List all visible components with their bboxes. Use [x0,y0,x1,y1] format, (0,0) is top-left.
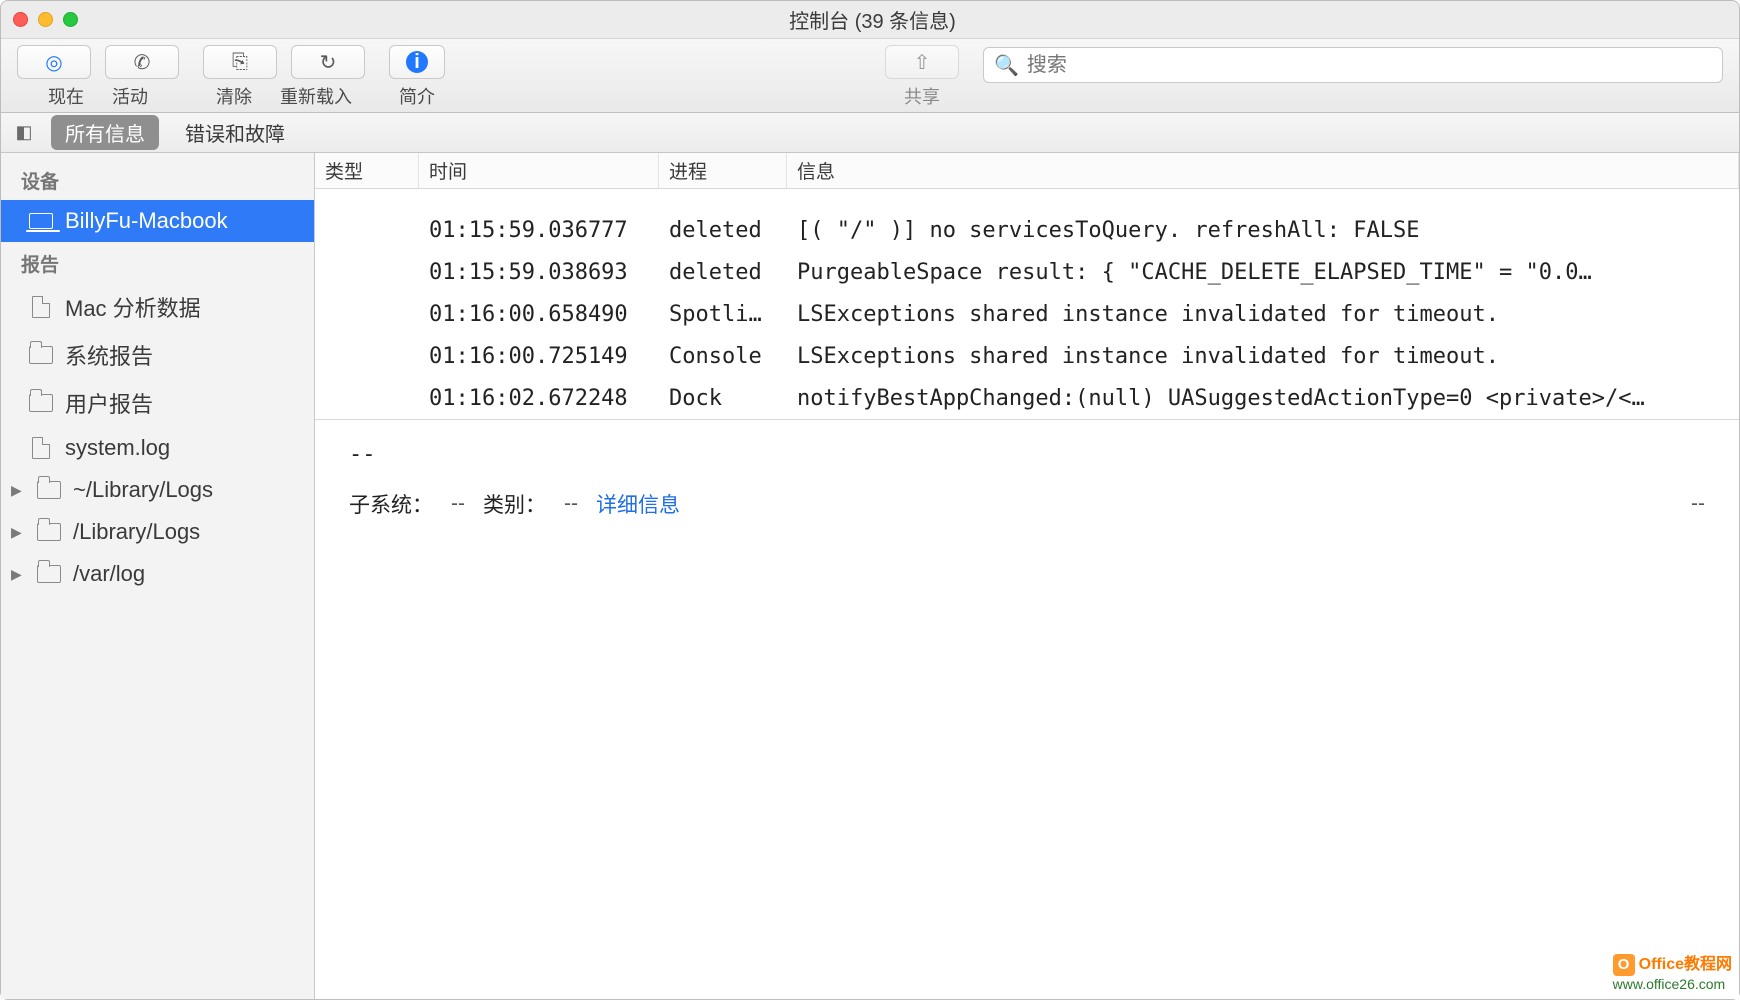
folder-icon [37,480,61,500]
filter-all-messages[interactable]: 所有信息 [51,115,159,150]
toolbar: ◎ ✆ 现在 活动 ⎘ ↻ 清除 重新载入 [1,39,1739,113]
watermark: OOffice教程网 www.office26.com [1613,954,1732,994]
reload-label: 重新载入 [280,83,352,109]
sidebar-item-system-reports[interactable]: 系统报告 [1,331,314,379]
window-title: 控制台 (39 条信息) [78,5,1667,34]
close-window-button[interactable] [13,12,28,27]
watermark-icon: O [1613,954,1635,976]
sidebar-item-system-log[interactable]: system.log [1,427,314,469]
folder-icon [37,522,61,542]
detail-meta: 子系统： -- 类别： -- 详细信息 -- [349,489,1705,519]
disclosure-triangle-icon[interactable]: ▶ [11,482,25,499]
laptop-icon [29,211,53,231]
sidebar-item-user-reports[interactable]: 用户报告 [1,379,314,427]
table-row[interactable]: 01:16:00.725149 Console LSExceptions sha… [315,335,1739,377]
sidebar-device-label: BillyFu-Macbook [65,208,228,234]
sidebar-item-label: /var/log [73,561,145,587]
now-label: 现在 [48,83,84,109]
detail-pane: -- 子系统： -- 类别： -- 详细信息 -- [315,419,1739,541]
detail-subsystem-label: 子系统： [349,489,433,519]
sidebar-item-label: 系统报告 [65,339,153,371]
table-row[interactable] [315,189,1739,209]
toolbar-group-reload: ⎘ ↻ 清除 重新载入 [203,45,365,109]
info-button[interactable]: i [389,45,445,79]
column-headers: 类型 时间 进程 信息 [315,153,1739,189]
filter-bar: ◧ 所有信息 错误和故障 [1,113,1739,153]
document-icon [29,438,53,458]
table-row[interactable]: 01:15:59.038693 deleted PurgeableSpace r… [315,251,1739,293]
folder-icon [29,393,53,413]
sidebar-item-library-logs[interactable]: ▶ /Library/Logs [1,511,314,553]
activity-label: 活动 [112,83,148,109]
detail-subsystem-value: -- [451,492,465,516]
phone-icon: ✆ [134,50,151,75]
folder-icon [37,564,61,584]
document-icon [29,297,53,317]
share-icon: ⇧ [914,50,931,75]
sidebar: 设备 BillyFu-Macbook 报告 Mac 分析数据 系统报告 用户报告… [1,153,315,999]
minimize-window-button[interactable] [38,12,53,27]
reload-icon: ↻ [320,50,337,75]
log-rows: 01:15:59.036777 deleted [( "/" )] no ser… [315,189,1739,419]
reload-button[interactable]: ↻ [291,45,365,79]
now-button[interactable]: ◎ [17,45,91,79]
table-row[interactable]: 01:15:59.036777 deleted [( "/" )] no ser… [315,209,1739,251]
watermark-line2: www.office26.com [1613,976,1726,992]
watermark-line1: Office教程网 [1639,957,1732,974]
toolbar-group-share: ⇧ 共享 [885,45,959,109]
sidebar-reports-header: 报告 [1,242,314,283]
sidebar-devices-header: 设备 [1,159,314,200]
folder-icon [29,345,53,365]
table-row[interactable]: 01:16:00.658490 Spotli… LSExceptions sha… [315,293,1739,335]
detail-category-value: -- [564,492,578,516]
column-message[interactable]: 信息 [787,153,1739,188]
sidebar-item-label: Mac 分析数据 [65,291,201,323]
sidebar-device-item[interactable]: BillyFu-Macbook [1,200,314,242]
search-input[interactable] [1027,54,1712,77]
sidebar-item-user-library-logs[interactable]: ▶ ~/Library/Logs [1,469,314,511]
titlebar: 控制台 (39 条信息) [1,1,1739,39]
column-time[interactable]: 时间 [419,153,659,188]
window-controls [13,12,78,27]
search-icon: 🔍 [994,53,1019,78]
column-type[interactable]: 类型 [315,153,419,188]
sidebar-toggle-button[interactable]: ◧ [9,121,39,145]
clear-label: 清除 [216,83,252,109]
disclosure-triangle-icon[interactable]: ▶ [11,524,25,541]
sidebar-item-label: system.log [65,435,170,461]
column-process[interactable]: 进程 [659,153,787,188]
disclosure-triangle-icon[interactable]: ▶ [11,566,25,583]
clear-button[interactable]: ⎘ [203,45,277,79]
share-button[interactable]: ⇧ [885,45,959,79]
console-window: 控制台 (39 条信息) ◎ ✆ 现在 活动 ⎘ [0,0,1740,1000]
clear-icon: ⎘ [232,51,248,74]
detail-body: -- [349,442,1705,467]
info-label: 简介 [399,83,435,109]
filter-errors-faults[interactable]: 错误和故障 [171,115,299,150]
toolbar-group-stream: ◎ ✆ 现在 活动 [17,45,179,109]
toolbar-group-info: i 简介 [389,45,445,109]
sidebar-icon: ◧ [15,122,32,143]
table-row[interactable]: 01:16:02.672248 Dock notifyBestAppChange… [315,377,1739,419]
info-icon: i [406,51,428,73]
detail-category-label: 类别： [483,489,546,519]
detail-details-link[interactable]: 详细信息 [596,489,680,519]
detail-right-value: -- [1691,492,1705,516]
sidebar-item-var-log[interactable]: ▶ /var/log [1,553,314,595]
activity-button[interactable]: ✆ [105,45,179,79]
target-icon: ◎ [45,50,62,75]
search-field[interactable]: 🔍 [983,47,1723,83]
main-pane: 类型 时间 进程 信息 01:15:59.036777 deleted [( "… [315,153,1739,999]
sidebar-item-label: ~/Library/Logs [73,477,213,503]
share-label: 共享 [904,83,940,109]
zoom-window-button[interactable] [63,12,78,27]
sidebar-item-mac-analytics[interactable]: Mac 分析数据 [1,283,314,331]
sidebar-item-label: 用户报告 [65,387,153,419]
body: 设备 BillyFu-Macbook 报告 Mac 分析数据 系统报告 用户报告… [1,153,1739,999]
sidebar-item-label: /Library/Logs [73,519,200,545]
